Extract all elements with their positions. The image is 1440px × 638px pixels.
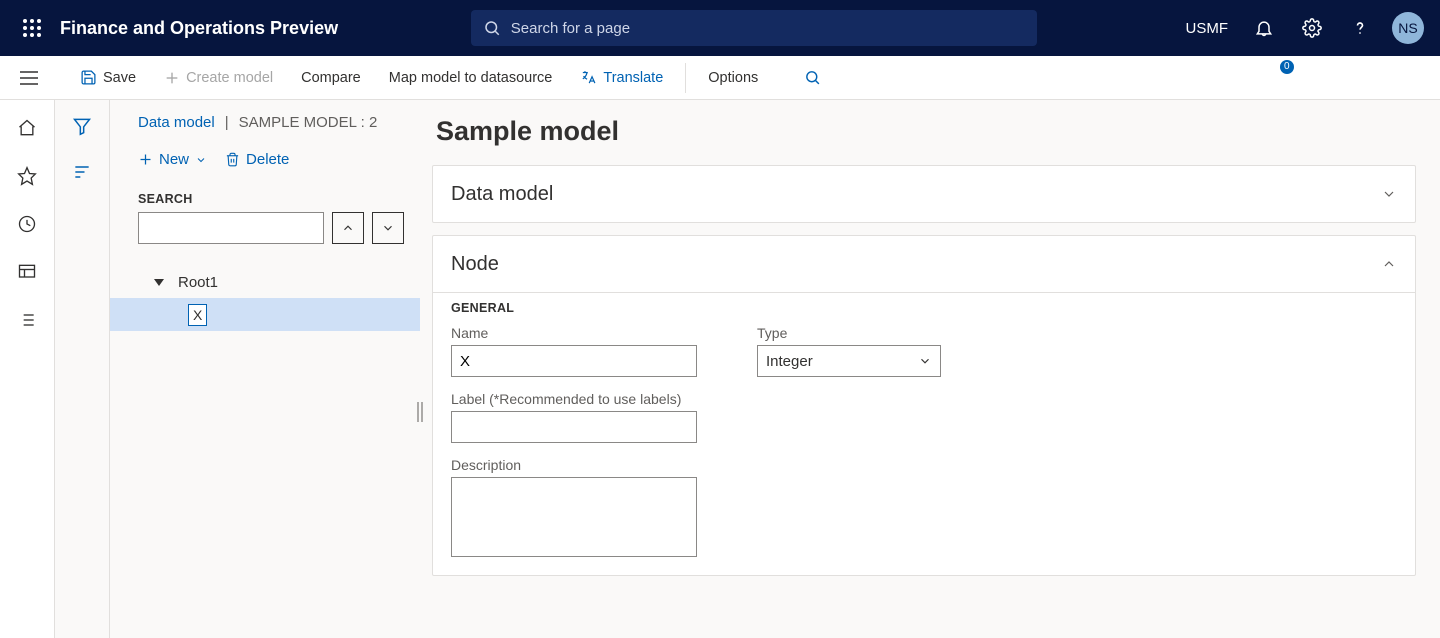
type-value: Integer <box>766 353 813 370</box>
search-label: SEARCH <box>110 174 420 212</box>
name-input[interactable] <box>451 345 697 377</box>
nav-rail <box>0 100 55 638</box>
office-icon[interactable] <box>1248 63 1278 93</box>
sort-icon[interactable] <box>70 160 94 184</box>
card-node-title: Node <box>451 253 499 276</box>
feedback-count: 0 <box>1280 60 1294 74</box>
map-model-button[interactable]: Map model to datasource <box>377 64 565 92</box>
section-general: GENERAL <box>451 301 1397 315</box>
create-model-button: Create model <box>152 64 285 92</box>
feedback-icon[interactable]: 0 <box>1286 63 1316 93</box>
description-input[interactable] <box>451 477 697 557</box>
user-avatar[interactable]: NS <box>1392 12 1424 44</box>
filter-rail <box>55 100 110 638</box>
splitter-handle[interactable] <box>416 400 424 424</box>
label-input[interactable] <box>451 411 697 443</box>
create-model-label: Create model <box>186 70 273 86</box>
attachments-icon[interactable] <box>1210 63 1240 93</box>
map-model-label: Map model to datasource <box>389 70 553 86</box>
card-data-model-head[interactable]: Data model <box>433 166 1415 222</box>
translate-icon <box>580 69 597 86</box>
recent-icon[interactable] <box>15 212 39 236</box>
caret-down-icon[interactable] <box>150 277 168 287</box>
app-title: Finance and Operations Preview <box>60 18 338 39</box>
plus-icon <box>138 152 153 167</box>
type-label: Type <box>757 325 941 341</box>
search-icon <box>804 69 821 86</box>
card-node: Node GENERAL Name Label (*Recommended to… <box>432 235 1416 576</box>
filter-icon[interactable] <box>70 114 94 138</box>
action-search-button[interactable] <box>792 63 833 92</box>
breadcrumb-sep: | <box>225 114 229 131</box>
card-node-head[interactable]: Node <box>433 236 1415 292</box>
name-label: Name <box>451 325 697 341</box>
search-prev-button[interactable] <box>332 212 364 244</box>
nav-toggle[interactable] <box>14 71 44 85</box>
save-button[interactable]: Save <box>68 63 148 92</box>
global-search[interactable] <box>471 10 1037 46</box>
app-launcher[interactable] <box>8 0 56 56</box>
chevron-down-icon <box>918 354 932 368</box>
separator <box>685 63 686 93</box>
options-button[interactable]: Options <box>696 64 770 92</box>
company-picker[interactable]: USMF <box>1178 20 1237 37</box>
card-data-model: Data model <box>432 165 1416 223</box>
global-search-input[interactable] <box>511 20 1025 37</box>
page-title: Sample model <box>436 116 1416 147</box>
favorites-icon[interactable] <box>15 164 39 188</box>
options-label: Options <box>708 70 758 86</box>
tree-root[interactable]: Root1 <box>110 266 420 298</box>
card-data-model-title: Data model <box>451 183 553 206</box>
type-select[interactable]: Integer <box>757 345 941 377</box>
refresh-icon[interactable] <box>1324 63 1354 93</box>
tree: Root1 X <box>110 266 420 331</box>
shell-header: Finance and Operations Preview USMF NS <box>0 0 1440 56</box>
content: Sample model Data model Node GENERAL <box>420 100 1440 638</box>
breadcrumb-current: SAMPLE MODEL : 2 <box>239 114 378 131</box>
new-node-button[interactable]: New <box>138 151 207 168</box>
search-icon <box>483 19 501 37</box>
popout-icon[interactable] <box>1362 63 1392 93</box>
description-label: Description <box>451 457 697 473</box>
close-icon[interactable] <box>1400 63 1430 93</box>
save-label: Save <box>103 70 136 86</box>
search-next-button[interactable] <box>372 212 404 244</box>
notifications-icon[interactable] <box>1244 0 1284 56</box>
settings-icon[interactable] <box>1292 0 1332 56</box>
tree-pane: Data model | SAMPLE MODEL : 2 New Delete… <box>110 100 420 638</box>
trash-icon <box>225 152 240 167</box>
tree-root-label: Root1 <box>178 274 218 291</box>
action-bar: Save Create model Compare Map model to d… <box>0 56 1440 100</box>
delete-node-button[interactable]: Delete <box>225 151 289 168</box>
chevron-up-icon <box>1381 256 1397 272</box>
tree-child-selected[interactable]: X <box>110 298 420 331</box>
chevron-down-icon <box>195 154 207 166</box>
compare-button[interactable]: Compare <box>289 64 373 92</box>
delete-label: Delete <box>246 151 289 168</box>
help-icon[interactable] <box>1340 0 1380 56</box>
modules-icon[interactable] <box>15 308 39 332</box>
translate-button[interactable]: Translate <box>568 63 675 92</box>
save-icon <box>80 69 97 86</box>
home-icon[interactable] <box>15 116 39 140</box>
chevron-down-icon <box>1381 186 1397 202</box>
plus-icon <box>164 70 180 86</box>
workspaces-icon[interactable] <box>15 260 39 284</box>
breadcrumb: Data model | SAMPLE MODEL : 2 <box>110 112 420 137</box>
compare-label: Compare <box>301 70 361 86</box>
translate-label: Translate <box>603 70 663 86</box>
new-label: New <box>159 151 189 168</box>
tree-child-label: X <box>188 304 207 326</box>
label-label: Label (*Recommended to use labels) <box>451 391 697 407</box>
tree-search-input[interactable] <box>138 212 324 244</box>
breadcrumb-link[interactable]: Data model <box>138 114 215 131</box>
